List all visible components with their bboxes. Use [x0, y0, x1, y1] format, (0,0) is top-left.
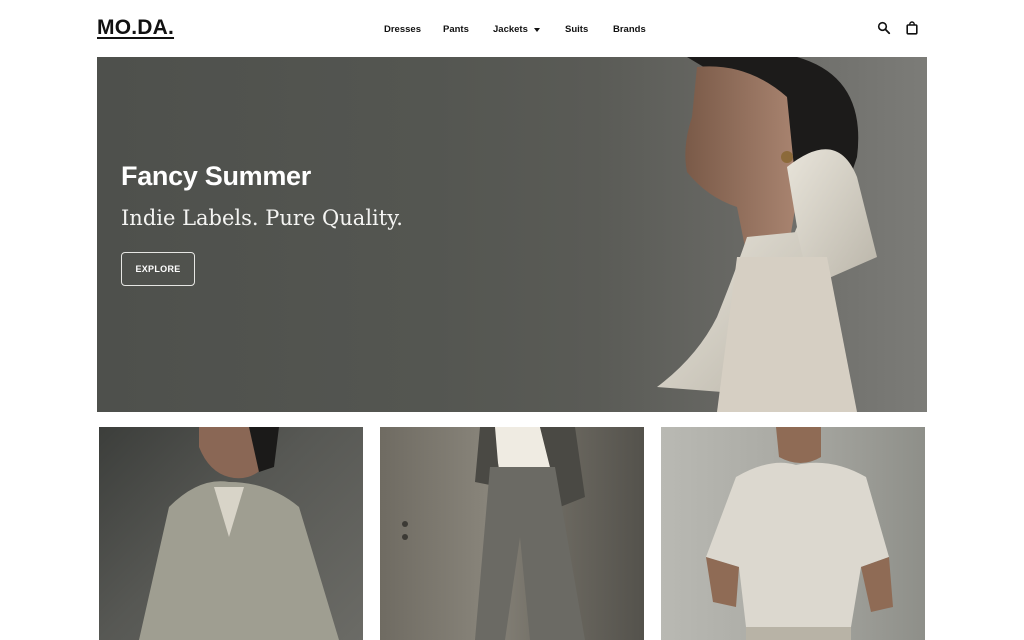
product-image [139, 427, 339, 640]
product-image [706, 427, 893, 640]
nav-item-brands[interactable]: Brands [613, 24, 646, 35]
nav-item-dresses[interactable]: Dresses [384, 24, 421, 35]
main-nav: Dresses Pants Jackets Suits Brands [0, 24, 1024, 36]
nav-item-label: Dresses [384, 24, 421, 35]
product-card[interactable] [661, 427, 925, 640]
nav-item-label: Brands [613, 24, 646, 35]
shopping-bag-icon[interactable] [905, 21, 919, 35]
product-card[interactable] [99, 427, 363, 640]
hero-headline: Fancy Summer [121, 161, 311, 191]
explore-button[interactable]: EXPLORE [121, 252, 195, 286]
hero-banner: Fancy Summer Indie Labels. Pure Quality.… [97, 57, 927, 412]
nav-item-label: Jackets [493, 24, 528, 35]
nav-item-label: Pants [443, 24, 469, 35]
chevron-down-icon [533, 27, 540, 32]
hero-model-image [657, 57, 877, 412]
product-image [402, 427, 585, 640]
nav-item-jackets[interactable]: Jackets [493, 24, 540, 35]
nav-item-pants[interactable]: Pants [443, 24, 469, 35]
site-header: MO.DA. Dresses Pants Jackets Suits Brand… [0, 0, 1024, 57]
hero-subheadline: Indie Labels. Pure Quality. [121, 206, 403, 230]
product-card[interactable] [380, 427, 644, 640]
nav-item-suits[interactable]: Suits [565, 24, 588, 35]
search-icon[interactable] [877, 21, 891, 35]
nav-item-label: Suits [565, 24, 589, 35]
